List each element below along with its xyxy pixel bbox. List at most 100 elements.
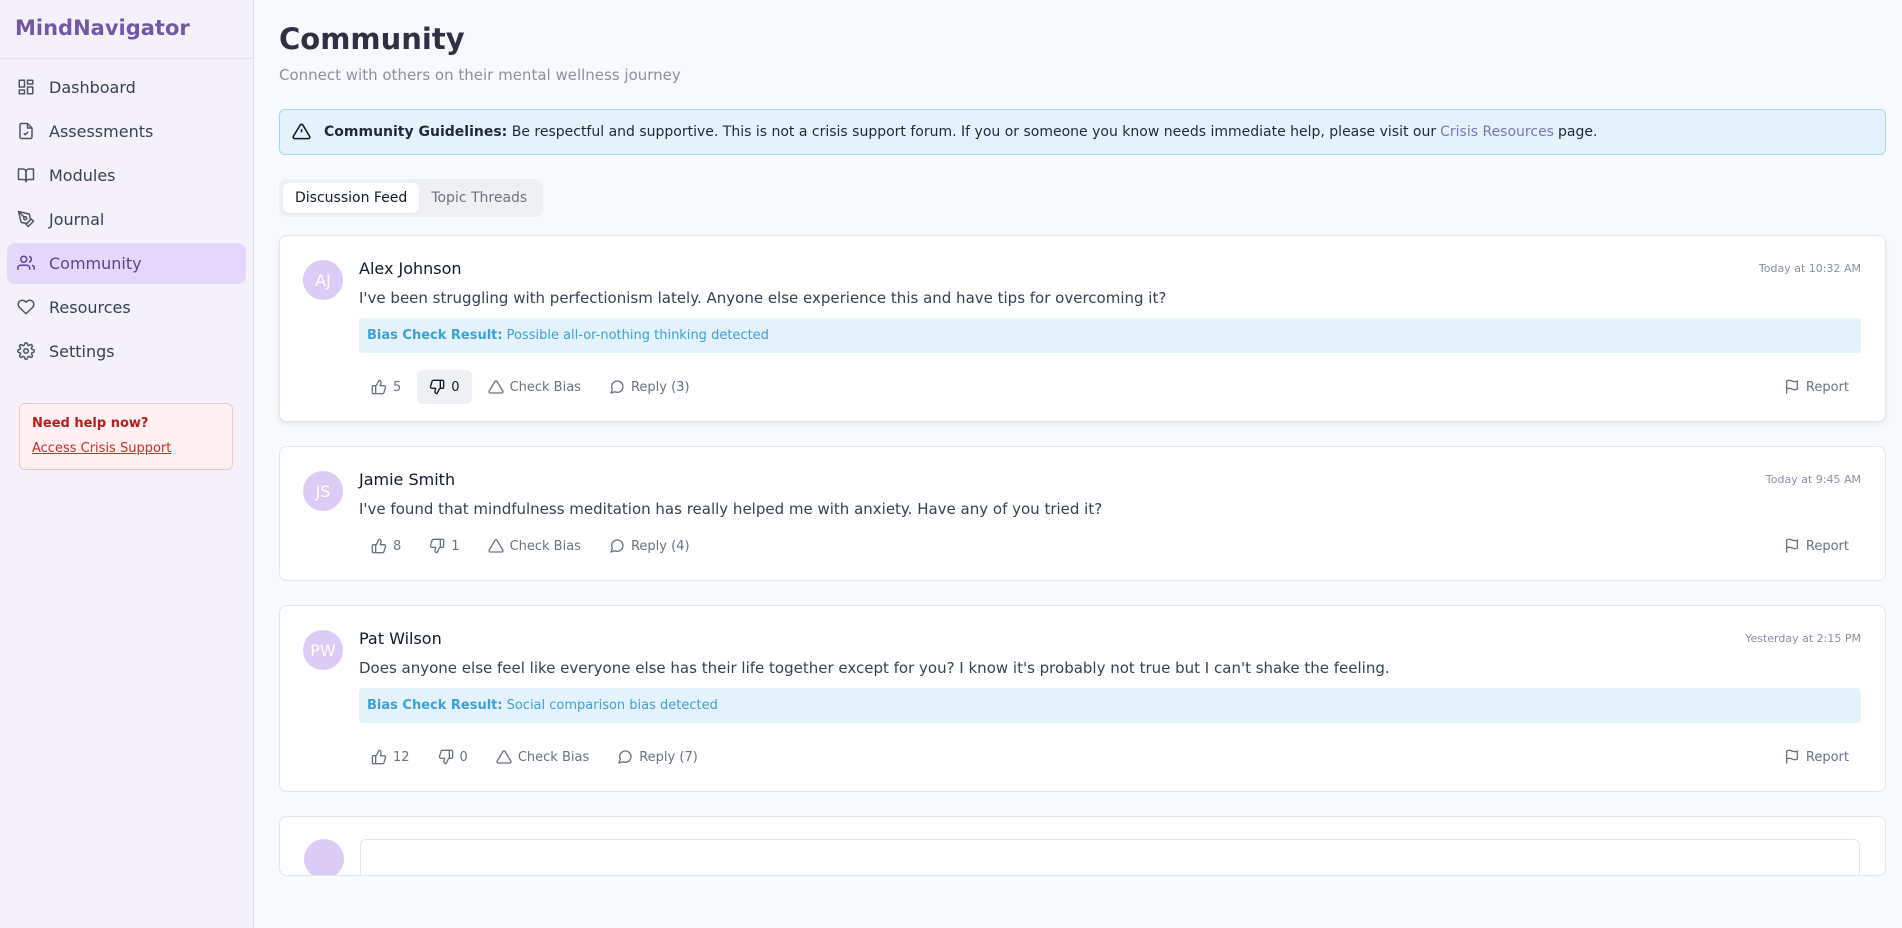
post-card [279, 816, 1886, 876]
dislike-button[interactable]: 1 [417, 529, 471, 563]
post-card: PW Pat Wilson Yesterday at 2:15 PM Does … [279, 605, 1886, 792]
post-content: I've been struggling with perfectionism … [359, 289, 1167, 307]
check-bias-label: Check Bias [509, 379, 581, 395]
dislike-count: 0 [459, 749, 468, 765]
post-content: Does anyone else feel like everyone else… [359, 659, 1390, 677]
avatar: PW [303, 630, 343, 670]
post-author[interactable]: Alex Johnson [359, 259, 462, 278]
flag-icon [1785, 379, 1798, 394]
bias-check-result: Bias Check Result: Social comparison bia… [359, 688, 1861, 723]
alert-triangle-icon [496, 750, 512, 764]
report-label: Report [1805, 379, 1849, 395]
alert-triangle-icon [487, 539, 504, 553]
like-button[interactable]: 8 [359, 529, 413, 563]
main-content: Community Connect with others on their m… [255, 0, 1902, 928]
post-content-placeholder [360, 839, 1860, 875]
check-bias-button[interactable]: Check Bias [476, 529, 593, 563]
sidebar-item-label: Settings [49, 342, 115, 361]
guidelines-alert: Community Guidelines: Be respectful and … [279, 109, 1886, 155]
reply-label: Reply (4) [630, 538, 690, 554]
users-icon [17, 254, 37, 274]
warning-icon [292, 122, 312, 142]
avatar: JS [303, 471, 343, 511]
post-author[interactable]: Jamie Smith [359, 470, 455, 489]
sidebar-item-label: Modules [49, 166, 116, 185]
guidelines-text: Be respectful and supportive. This is no… [511, 124, 1437, 140]
like-button[interactable]: 5 [359, 370, 413, 404]
discussion-feed: AJ Alex Johnson Today at 10:32 AM I've b… [279, 235, 1886, 876]
thumbs-down-icon [430, 538, 445, 554]
reply-button[interactable]: Reply (7) [605, 740, 710, 774]
sidebar-item-label: Resources [49, 298, 131, 317]
avatar: AJ [303, 260, 343, 300]
sidebar-item-label: Assessments [49, 122, 154, 141]
sidebar-item-modules[interactable]: Modules [7, 155, 246, 196]
help-title: Need help now? [32, 416, 149, 431]
comment-icon [610, 539, 624, 553]
page-title: Community [279, 22, 465, 56]
sidebar-item-label: Journal [49, 210, 105, 229]
bias-check-result: Bias Check Result: Possible all-or-nothi… [359, 318, 1861, 353]
dislike-count: 0 [451, 379, 460, 395]
report-button[interactable]: Report [1772, 740, 1861, 774]
feed-tabs: Discussion Feed Topic Threads [279, 179, 544, 217]
thumbs-down-icon [438, 749, 453, 765]
check-bias-label: Check Bias [509, 538, 581, 554]
crisis-help-box: Need help now? Access Crisis Support [19, 403, 233, 470]
post-card: JS Jamie Smith Today at 9:45 AM I've fou… [279, 446, 1886, 581]
dislike-button[interactable]: 0 [417, 370, 472, 404]
book-icon [17, 166, 37, 186]
post-actions: 5 0 Check Bias Reply (3) Report [359, 369, 1861, 405]
bias-text: Possible all-or-nothing thinking detecte… [506, 328, 769, 343]
reply-button[interactable]: Reply (4) [597, 529, 702, 563]
crisis-resources-link[interactable]: Crisis Resources [1440, 124, 1554, 140]
report-label: Report [1805, 749, 1849, 765]
post-timestamp: Today at 9:45 AM [1765, 472, 1861, 486]
flag-icon [1785, 538, 1798, 553]
like-button[interactable]: 12 [359, 740, 422, 774]
heart-icon [17, 298, 37, 318]
like-count: 8 [393, 538, 402, 554]
guidelines-suffix: page. [1557, 124, 1598, 140]
post-timestamp: Yesterday at 2:15 PM [1745, 631, 1861, 645]
check-bias-button[interactable]: Check Bias [476, 370, 593, 404]
sidebar-item-label: Community [49, 254, 142, 273]
like-count: 5 [393, 379, 402, 395]
gear-icon [17, 341, 37, 362]
pen-icon [17, 210, 37, 230]
sidebar-item-journal[interactable]: Journal [7, 199, 246, 240]
dislike-count: 1 [451, 538, 460, 554]
comment-icon [618, 750, 632, 764]
thumbs-up-icon [371, 749, 387, 765]
document-icon [17, 122, 37, 142]
comment-icon [610, 380, 624, 394]
app-logo[interactable]: MindNavigator [0, 0, 253, 59]
sidebar-item-resources[interactable]: Resources [7, 287, 246, 328]
sidebar-item-community[interactable]: Community [7, 243, 246, 284]
check-bias-label: Check Bias [517, 749, 590, 765]
report-button[interactable]: Report [1772, 370, 1861, 404]
guidelines-label: Community Guidelines: [324, 124, 508, 140]
report-label: Report [1805, 538, 1849, 554]
bias-text: Social comparison bias detected [506, 698, 718, 713]
report-button[interactable]: Report [1772, 529, 1861, 563]
avatar [304, 839, 344, 875]
check-bias-button[interactable]: Check Bias [484, 740, 601, 774]
bias-label: Bias Check Result: [367, 328, 503, 343]
like-count: 12 [393, 749, 410, 765]
thumbs-down-icon [430, 379, 445, 395]
sidebar-item-settings[interactable]: Settings [7, 331, 246, 372]
post-card: AJ Alex Johnson Today at 10:32 AM I've b… [279, 235, 1886, 422]
reply-label: Reply (7) [639, 749, 698, 765]
dislike-button[interactable]: 0 [426, 740, 480, 774]
post-actions: 12 0 Check Bias Reply (7) Report [359, 739, 1861, 775]
sidebar-item-dashboard[interactable]: Dashboard [7, 67, 246, 108]
tab-topic-threads[interactable]: Topic Threads [419, 183, 539, 213]
reply-button[interactable]: Reply (3) [597, 370, 702, 404]
post-author[interactable]: Pat Wilson [359, 629, 442, 648]
tab-discussion-feed[interactable]: Discussion Feed [283, 183, 420, 213]
reply-label: Reply (3) [630, 379, 690, 395]
crisis-support-link[interactable]: Access Crisis Support [32, 441, 171, 456]
bias-label: Bias Check Result: [367, 698, 503, 713]
sidebar-item-assessments[interactable]: Assessments [7, 111, 246, 152]
